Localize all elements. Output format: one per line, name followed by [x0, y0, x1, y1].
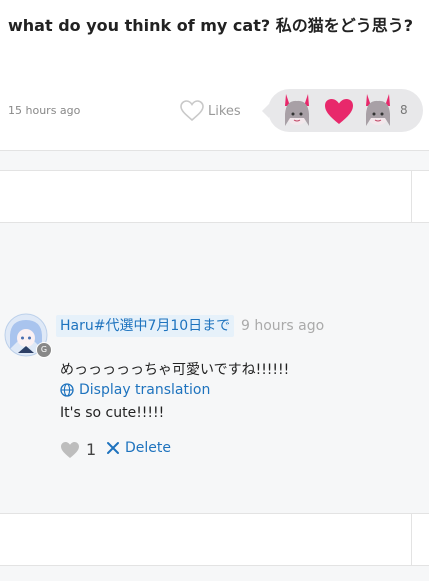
post-timestamp: 15 hours ago [8, 104, 81, 117]
comment-like-count: 1 [86, 440, 97, 459]
comment-input-bar [0, 513, 429, 566]
post-header: what do you think of my cat? 私の猫をどう思う? 1… [0, 0, 429, 151]
likes-label: Likes [208, 103, 241, 119]
likes-button[interactable]: Likes [180, 97, 241, 125]
liked-users[interactable]: 8 [262, 89, 423, 132]
delete-label: Delete [125, 440, 171, 456]
status-badge: G [36, 342, 52, 358]
comment-like-button[interactable]: 1 [60, 440, 96, 459]
comment-timestamp: 9 hours ago [241, 318, 325, 334]
heart-icon [325, 99, 353, 124]
user-avatar[interactable] [359, 92, 397, 130]
comment-author[interactable]: Haru#代選中7月10日まで [56, 315, 235, 337]
delete-button[interactable]: Delete [106, 440, 171, 456]
comment-input-bar [0, 170, 429, 223]
globe-icon [60, 383, 74, 397]
display-translation-link[interactable]: Display translation [60, 382, 210, 398]
close-icon [107, 442, 119, 454]
comment-translation: It's so cute!!!!! [60, 405, 165, 421]
like-count: 8 [400, 103, 408, 117]
divider [411, 171, 412, 222]
heart-outline-icon [180, 100, 204, 122]
comment-text: めっっっっっちゃ可愛いですね!!!!!! [60, 362, 290, 378]
post-title: what do you think of my cat? 私の猫をどう思う? [8, 16, 413, 35]
display-translation-label: Display translation [79, 382, 211, 398]
divider [411, 514, 412, 565]
heart-icon [61, 441, 79, 458]
user-avatar[interactable] [278, 92, 316, 130]
